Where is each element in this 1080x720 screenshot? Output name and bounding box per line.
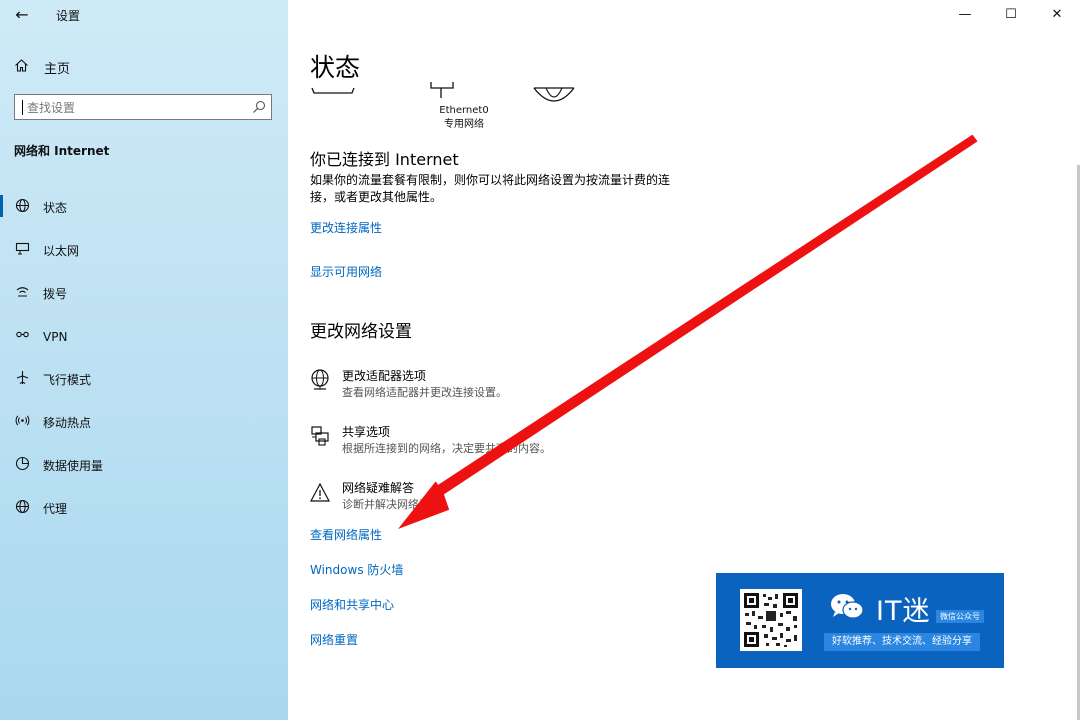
option-title: 更改适配器选项 <box>342 369 427 383</box>
option-description: 查看网络适配器并更改连接设置。 <box>342 386 507 399</box>
sidebar-item-hotspot[interactable]: 移动热点 <box>0 401 288 444</box>
text-caret <box>22 100 23 115</box>
globe-icon <box>14 499 30 518</box>
sidebar-nav: 状态 以太网 拨号 VPN 飞行模式 移动热点 数据使用量 代理 <box>0 186 288 530</box>
sharing-printer-icon <box>311 426 329 446</box>
dialup-icon <box>14 284 30 303</box>
change-connection-properties-link[interactable]: 更改连接属性 <box>310 219 382 236</box>
page-title: 状态 <box>310 53 361 82</box>
option-description: 诊断并解决网络问题。 <box>342 498 452 511</box>
sidebar-item-label: 拨号 <box>43 287 68 301</box>
sidebar-item-label: 以太网 <box>43 244 80 258</box>
promo-badge: 微信公众号 <box>936 610 984 623</box>
search-box[interactable] <box>14 94 272 120</box>
sidebar-item-data-usage[interactable]: 数据使用量 <box>0 444 288 487</box>
titlebar-left: ← 设置 <box>0 0 288 30</box>
sidebar-item-home[interactable]: 主页 <box>14 56 70 78</box>
sidebar-item-ethernet[interactable]: 以太网 <box>0 229 288 272</box>
adapter-name: Ethernet0 <box>439 105 489 116</box>
windows-firewall-link[interactable]: Windows 防火墙 <box>310 561 403 578</box>
back-arrow-icon[interactable]: ← <box>10 4 34 26</box>
sidebar-item-status[interactable]: 状态 <box>0 186 288 229</box>
show-available-networks-link[interactable]: 显示可用网络 <box>310 263 382 280</box>
wechat-logo-icon <box>831 594 864 619</box>
sidebar-item-airplane[interactable]: 飞行模式 <box>0 358 288 401</box>
option-title: 共享选项 <box>342 425 391 439</box>
search-icon[interactable] <box>251 99 267 115</box>
hotspot-icon <box>14 413 30 432</box>
adapter-options-item[interactable]: 更改适配器选项 查看网络适配器并更改连接设置。 <box>310 367 710 401</box>
computer-icon <box>311 87 355 94</box>
troubleshooter-item[interactable]: 网络疑难解答 诊断并解决网络问题。 <box>310 479 710 513</box>
sidebar-item-label: 飞行模式 <box>43 373 92 387</box>
ethernet-port-icon <box>430 82 454 98</box>
option-description: 根据所连接到的网络，决定要共享的内容。 <box>342 442 551 455</box>
data-usage-icon <box>14 456 30 475</box>
sidebar-item-label: 状态 <box>43 201 68 215</box>
sidebar-item-label: VPN <box>43 329 68 344</box>
change-network-settings-heading: 更改网络设置 <box>310 322 412 342</box>
sidebar-item-proxy[interactable]: 代理 <box>0 487 288 530</box>
promo-slogan: 好软推荐、技术交流、经验分享 <box>824 633 980 651</box>
promo-brand: IT迷 <box>876 596 931 627</box>
qr-code-image <box>740 589 802 651</box>
promo-banner: IT迷 微信公众号 好软推荐、技术交流、经验分享 <box>716 573 1004 668</box>
view-network-properties-link[interactable]: 查看网络属性 <box>310 526 382 543</box>
sharing-options-item[interactable]: 共享选项 根据所连接到的网络，决定要共享的内容。 <box>310 423 710 457</box>
sidebar-item-label: 代理 <box>43 502 68 516</box>
connection-heading: 你已连接到 Internet <box>310 150 459 169</box>
sidebar: ← 设置 主页 网络和 Internet 状态 以太网 <box>0 0 288 720</box>
home-label: 主页 <box>44 61 71 77</box>
section-title: 网络和 Internet <box>14 144 110 158</box>
sidebar-item-label: 数据使用量 <box>43 459 104 473</box>
sidebar-item-label: 移动热点 <box>43 416 92 430</box>
ethernet-icon <box>14 241 30 260</box>
home-icon <box>14 58 32 77</box>
app-title: 设置 <box>56 9 81 23</box>
internet-globe-icon <box>533 87 575 102</box>
sidebar-item-vpn[interactable]: VPN <box>0 315 288 358</box>
adapter-label: Ethernet0 专用网络 <box>418 104 510 132</box>
globe-status-icon <box>14 198 30 217</box>
vpn-icon <box>14 327 30 346</box>
network-reset-link[interactable]: 网络重置 <box>310 631 358 648</box>
adapter-globe-icon <box>311 369 329 390</box>
network-type: 专用网络 <box>444 119 484 130</box>
warning-triangle-icon <box>310 482 330 502</box>
network-sharing-center-link[interactable]: 网络和共享中心 <box>310 596 394 613</box>
network-status-diagram: Ethernet0 专用网络 <box>310 80 610 132</box>
airplane-icon <box>14 370 30 389</box>
sidebar-item-dialup[interactable]: 拨号 <box>0 272 288 315</box>
option-title: 网络疑难解答 <box>342 481 415 495</box>
connection-description: 如果你的流量套餐有限制，则你可以将此网络设置为按流量计费的连接，或者更改其他属性… <box>310 173 671 204</box>
search-input[interactable] <box>25 97 249 119</box>
